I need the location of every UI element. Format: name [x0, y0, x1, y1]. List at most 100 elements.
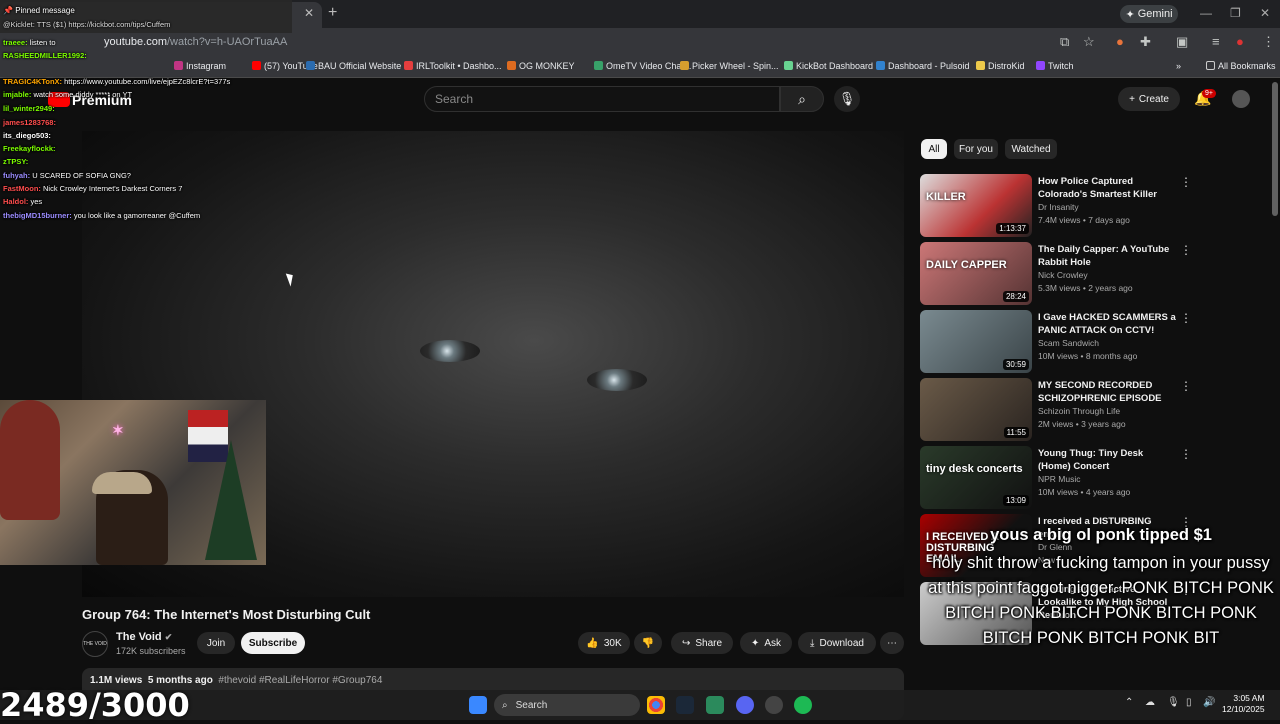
- channel-avatar[interactable]: THE VOID: [82, 631, 108, 657]
- recommendation-channel[interactable]: Scam Sandwich: [1038, 338, 1099, 348]
- page-scrollbar[interactable]: [1272, 82, 1278, 216]
- onedrive-icon[interactable]: ☁: [1145, 697, 1155, 708]
- obs-icon[interactable]: [765, 696, 783, 714]
- bookmark-star-icon[interactable]: ☆: [1083, 34, 1095, 50]
- create-button[interactable]: + Create: [1118, 87, 1180, 111]
- extensions-puzzle-icon[interactable]: ✚: [1140, 34, 1151, 50]
- bookmark-favicon-icon: [252, 61, 261, 70]
- discord-icon[interactable]: [736, 696, 754, 714]
- sidebar-icon[interactable]: ▣: [1176, 34, 1188, 50]
- recommendation-thumbnail[interactable]: tiny desk concerts 13:09: [920, 446, 1032, 509]
- spotify-icon[interactable]: [794, 696, 812, 714]
- chat-message: traeee: listen to: [3, 38, 56, 47]
- bookmarks-overflow-icon[interactable]: »: [1176, 61, 1181, 71]
- all-bookmarks[interactable]: All Bookmarks: [1206, 61, 1276, 71]
- dislike-button[interactable]: 👎: [634, 632, 662, 654]
- close-window-icon[interactable]: ✕: [1260, 6, 1270, 20]
- windows-start-icon[interactable]: [469, 696, 487, 714]
- bookmark-favicon-icon: [1036, 61, 1045, 70]
- bookmark-item[interactable]: KickBot Dashboard: [784, 61, 873, 71]
- bookmark-instagram[interactable]: Instagram: [174, 61, 226, 71]
- bookmark-item[interactable]: OG MONKEY: [507, 61, 575, 71]
- search-input[interactable]: Search: [424, 86, 780, 112]
- volume-icon[interactable]: 🔊: [1203, 697, 1215, 708]
- recommendation-title[interactable]: The Daily Capper: A YouTube Rabbit Hole: [1038, 243, 1176, 269]
- profile-icon[interactable]: ●: [1236, 34, 1244, 49]
- filter-chip-all[interactable]: All: [921, 139, 947, 159]
- taskbar-clock[interactable]: 3:05 AM 12/10/2025: [1222, 693, 1265, 715]
- video-duration-badge: 30:59: [1002, 359, 1029, 370]
- recommendation-channel[interactable]: Nick Crowley: [1038, 270, 1088, 280]
- recommendation-title[interactable]: I Gave HACKED SCAMMERS a PANIC ATTACK On…: [1038, 311, 1176, 337]
- bookmark-item[interactable]: Twitch: [1036, 61, 1074, 71]
- more-menu-icon[interactable]: ⋮: [1262, 34, 1275, 50]
- more-actions-button[interactable]: ⋯: [880, 632, 904, 654]
- recommendation-menu-icon[interactable]: ⋮: [1180, 175, 1192, 189]
- sparkle-icon: ✦: [1125, 8, 1135, 21]
- taskbar-search[interactable]: ⌕ Search: [494, 694, 640, 716]
- search-icon: ⌕: [798, 91, 806, 107]
- like-button[interactable]: 👍 30K: [578, 632, 630, 654]
- bookmark-item[interactable]: DistroKid: [976, 61, 1025, 71]
- filter-chip-watched[interactable]: Watched: [1005, 139, 1057, 159]
- webcam-feed: ✶: [0, 400, 266, 565]
- network-icon[interactable]: ▯: [1186, 697, 1192, 708]
- bookmark-item[interactable]: OmeTV Video Chat...: [594, 61, 691, 71]
- channel-name[interactable]: The Void ✔: [116, 631, 172, 643]
- subscriber-count: 172K subscribers: [116, 646, 186, 656]
- maximize-icon[interactable]: ❐: [1230, 6, 1241, 20]
- recommendation-title[interactable]: MY SECOND RECORDED SCHIZOPHRENIC EPISODE: [1038, 379, 1176, 405]
- recommendation-thumbnail[interactable]: DAILY CAPPER 28:24: [920, 242, 1032, 305]
- filter-chip-for-you[interactable]: For you: [954, 139, 998, 159]
- thumbs-up-icon: 👍: [586, 637, 599, 649]
- recommendation-channel[interactable]: NPR Music: [1038, 474, 1081, 484]
- gemini-button[interactable]: ✦ Gemini: [1120, 5, 1178, 23]
- new-tab-icon[interactable]: +: [328, 4, 337, 22]
- pinned-message: 📌 Pinned message @Kicklet: TTS ($1) http…: [0, 0, 292, 33]
- minimize-icon[interactable]: —: [1200, 6, 1212, 20]
- windows-taskbar: [0, 690, 1280, 720]
- recommendation-menu-icon[interactable]: ⋮: [1180, 311, 1192, 325]
- extension-icon[interactable]: ●: [1116, 34, 1124, 49]
- bookmark-item[interactable]: Picker Wheel - Spin...: [680, 61, 779, 71]
- recommendation-thumbnail[interactable]: 30:59: [920, 310, 1032, 373]
- recommendation-menu-icon[interactable]: ⋮: [1180, 379, 1192, 393]
- chat-message: TRAGIC4KTonX: https://www.youtube.com/li…: [3, 77, 231, 86]
- recommendation-thumbnail[interactable]: 11:55: [920, 378, 1032, 441]
- url-text[interactable]: youtube.com/watch?v=h-UAOrTuaAA: [104, 36, 287, 48]
- bookmark-item[interactable]: IRLToolkit • Dashbo...: [404, 61, 502, 71]
- recommendation-menu-icon[interactable]: ⋮: [1180, 447, 1192, 461]
- share-button[interactable]: ↪ Share: [671, 632, 733, 654]
- recommendation-meta: 2M views • 3 years ago: [1038, 419, 1126, 429]
- tts-tip-title: yous a big ol ponk tipped $1: [990, 526, 1212, 544]
- app-icon[interactable]: [706, 696, 724, 714]
- ask-button[interactable]: ✦ Ask: [740, 632, 792, 654]
- streamer-hat: [92, 472, 152, 494]
- recommendation-channel[interactable]: Dr Insanity: [1038, 202, 1079, 212]
- thumbnail-text: tiny desk concerts: [926, 463, 1023, 475]
- recommendation-title[interactable]: How Police Captured Colorado's Smartest …: [1038, 175, 1176, 201]
- chat-message: fuhyah: U SCARED OF SOFIA GNG?: [3, 171, 131, 180]
- join-button[interactable]: Join: [197, 632, 235, 654]
- bookmark-item[interactable]: Dashboard - Pulsoid: [876, 61, 970, 71]
- recommendation-thumbnail[interactable]: KILLER 1:13:37: [920, 174, 1032, 237]
- download-button[interactable]: ⤓ Download: [798, 632, 876, 654]
- steam-icon[interactable]: [676, 696, 694, 714]
- voice-search-button[interactable]: 🎙: [834, 86, 860, 112]
- mic-tray-icon[interactable]: 🎙: [1167, 697, 1180, 708]
- media-icon[interactable]: ≡: [1212, 34, 1220, 49]
- subscribe-button[interactable]: Subscribe: [241, 632, 305, 654]
- tray-chevron-icon[interactable]: ⌃: [1125, 697, 1133, 708]
- chrome-icon[interactable]: [647, 696, 665, 714]
- close-tab-icon[interactable]: ✕: [304, 6, 314, 20]
- search-button[interactable]: ⌕: [780, 86, 824, 112]
- recommendation-menu-icon[interactable]: ⋮: [1180, 243, 1192, 257]
- subathon-counter: 2489/3000: [0, 686, 190, 724]
- bookmark-favicon-icon: [784, 61, 793, 70]
- recommendation-channel[interactable]: Schizoin Through Life: [1038, 406, 1120, 416]
- mic-icon: 🎙: [838, 91, 856, 106]
- bookmark-item[interactable]: BAU Official Website: [306, 61, 401, 71]
- recommendation-title[interactable]: Young Thug: Tiny Desk (Home) Concert: [1038, 447, 1176, 473]
- account-avatar[interactable]: [1232, 90, 1250, 108]
- install-icon[interactable]: ⧉: [1060, 34, 1069, 50]
